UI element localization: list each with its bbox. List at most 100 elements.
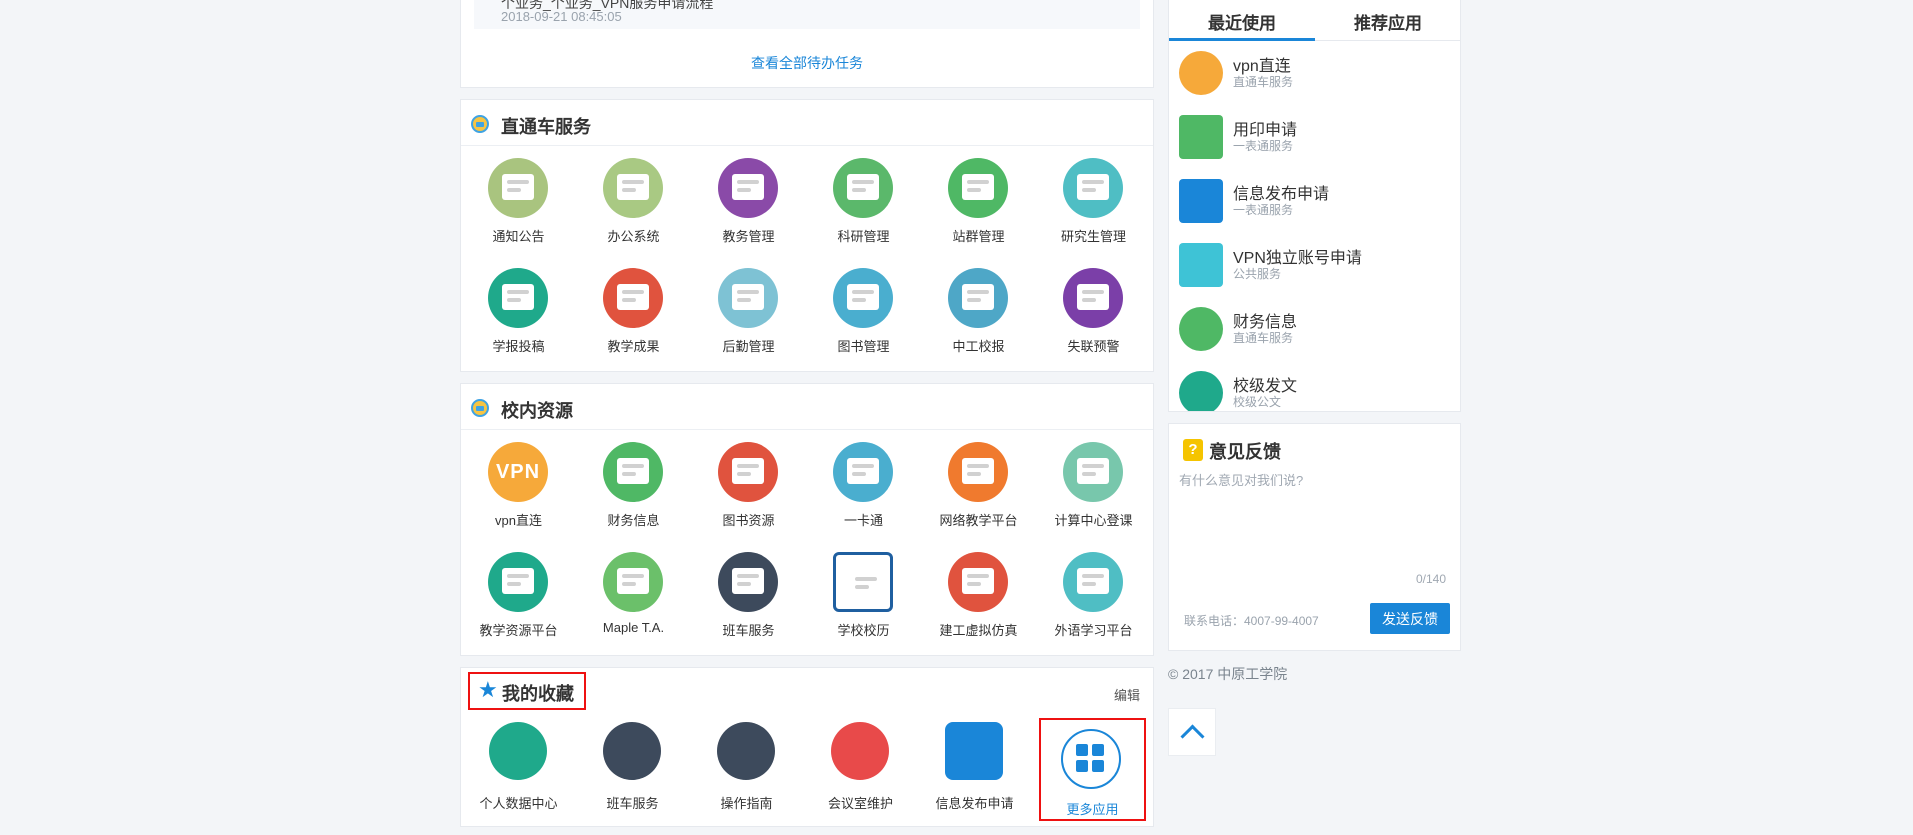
app-tile[interactable]: Maple T.A.: [576, 540, 691, 650]
edit-favorites-link[interactable]: 编辑: [1114, 685, 1140, 704]
app-label: 通知公告: [492, 229, 545, 244]
app-icon: [603, 552, 663, 612]
app-tile[interactable]: 外语学习平台: [1036, 540, 1151, 650]
favorite-label: 操作指南: [720, 796, 773, 811]
app-label: 站群管理: [952, 229, 1005, 244]
favorite-item[interactable]: 个人数据中心: [461, 720, 576, 820]
back-to-top-button[interactable]: [1168, 708, 1216, 756]
feedback-textarea[interactable]: [1179, 470, 1451, 580]
app-tile[interactable]: 后勤管理: [691, 256, 806, 366]
app-tile[interactable]: 学报投稿: [461, 256, 576, 366]
app-label: 班车服务: [722, 623, 775, 638]
recent-app-category: 直通车服务: [1233, 75, 1294, 89]
app-tile[interactable]: 中工校报: [921, 256, 1036, 366]
task-item[interactable]: 个业务_个业务_VPN服务申请流程 2018-09-21 08:45:05: [474, 0, 1140, 29]
feedback-title: 意见反馈: [1209, 442, 1281, 462]
recent-app-icon: [1179, 51, 1223, 95]
app-tile[interactable]: 图书管理: [806, 256, 921, 366]
send-feedback-button[interactable]: 发送反馈: [1370, 603, 1450, 634]
app-tile[interactable]: 失联预警: [1036, 256, 1151, 366]
recent-app-category: 公共服务: [1233, 267, 1282, 281]
app-icon: VPN: [488, 442, 548, 502]
favorites-title-highlight: ★ 我的收藏: [468, 672, 586, 710]
more-apps-button[interactable]: 更多应用: [1039, 718, 1146, 821]
recent-app-category: 校级公文: [1233, 395, 1282, 409]
app-tile[interactable]: 教务管理: [691, 146, 806, 256]
app-label: 办公系统: [607, 229, 660, 244]
recent-app-item[interactable]: 校级发文 校级公文: [1179, 363, 1459, 411]
recent-app-category: 一表通服务: [1233, 139, 1294, 153]
favorite-icon: [945, 722, 1003, 780]
recent-app-icon: [1179, 307, 1223, 351]
more-apps-label: 更多应用: [1066, 802, 1119, 817]
app-icon: [833, 442, 893, 502]
recent-app-item[interactable]: 用印申请 一表通服务: [1179, 107, 1459, 167]
app-tile[interactable]: 一卡通: [806, 430, 921, 540]
contact-phone: 联系电话：4007-99-4007: [1184, 614, 1319, 628]
tab-recommended[interactable]: 推荐应用: [1315, 9, 1460, 34]
app-icon: [488, 552, 548, 612]
task-time: 2018-09-21 08:45:05: [501, 9, 622, 24]
recent-apps-panel: 最近使用 推荐应用 vpn直连 直通车服务 用印申请 一表通服务 信息发布申请 一表通服务…: [1168, 0, 1461, 412]
recent-app-item[interactable]: 信息发布申请 一表通服务: [1179, 171, 1459, 231]
app-label: 图书资源: [722, 513, 775, 528]
app-tile[interactable]: 教学资源平台: [461, 540, 576, 650]
app-tile[interactable]: 通知公告: [461, 146, 576, 256]
campus-resources-panel: 校内资源 VPN vpn直连 财务信息 图书资源 一卡通 网络教学平台 计算中心登课教学资源…: [460, 383, 1154, 656]
tab-recent[interactable]: 最近使用: [1169, 9, 1315, 34]
app-tile[interactable]: 办公系统: [576, 146, 691, 256]
recent-app-icon: [1179, 243, 1223, 287]
app-icon: [1063, 158, 1123, 218]
favorite-item[interactable]: 操作指南: [689, 720, 804, 820]
section-header: 直通车服务: [461, 100, 1153, 146]
favorite-icon: [603, 722, 661, 780]
app-icon: [1063, 552, 1123, 612]
app-tile[interactable]: VPN vpn直连: [461, 430, 576, 540]
app-tile[interactable]: 班车服务: [691, 540, 806, 650]
app-tile[interactable]: 财务信息: [576, 430, 691, 540]
app-tile[interactable]: 科研管理: [806, 146, 921, 256]
app-label: 中工校报: [952, 339, 1005, 354]
app-icon: [1063, 268, 1123, 328]
section-icon: [471, 399, 489, 417]
app-label: 一卡通: [843, 513, 883, 528]
app-tile[interactable]: 计算中心登课: [1036, 430, 1151, 540]
app-icon: [718, 268, 778, 328]
recent-app-icon: [1179, 115, 1223, 159]
app-tile[interactable]: 建工虚拟仿真: [921, 540, 1036, 650]
favorite-label: 信息发布申请: [935, 796, 1014, 811]
favorite-label: 班车服务: [606, 796, 659, 811]
view-all-tasks-link[interactable]: 查看全部待办任务: [461, 53, 1153, 73]
app-tile[interactable]: 站群管理: [921, 146, 1036, 256]
recent-app-item[interactable]: VPN独立账号申请 公共服务: [1179, 235, 1459, 295]
todo-tasks-panel: 个业务_个业务_VPN服务申请流程 2018-09-21 08:45:05 查看…: [460, 0, 1154, 88]
recent-app-item[interactable]: 财务信息 直通车服务: [1179, 299, 1459, 359]
app-icon: [948, 268, 1008, 328]
app-icon: [833, 268, 893, 328]
app-tile[interactable]: 学校校历: [806, 540, 921, 650]
section-title: 校内资源: [501, 401, 573, 421]
app-icon: [833, 552, 893, 612]
app-icon: [1063, 442, 1123, 502]
favorite-item[interactable]: 信息发布申请: [917, 720, 1032, 820]
recent-app-item[interactable]: vpn直连 直通车服务: [1179, 43, 1459, 103]
favorite-icon: [489, 722, 547, 780]
favorite-item[interactable]: 会议室维护: [803, 720, 918, 820]
app-icon: [603, 268, 663, 328]
favorite-item[interactable]: 班车服务: [575, 720, 690, 820]
app-tile[interactable]: 教学成果: [576, 256, 691, 366]
app-icon: [948, 442, 1008, 502]
tab-bar: 最近使用 推荐应用: [1169, 0, 1460, 41]
app-tile[interactable]: 图书资源: [691, 430, 806, 540]
favorites-title: 我的收藏: [502, 684, 574, 704]
question-icon: ?: [1183, 439, 1203, 461]
app-icon: [948, 552, 1008, 612]
section-icon: [471, 115, 489, 133]
app-tile[interactable]: 研究生管理: [1036, 146, 1151, 256]
app-label: 图书管理: [837, 339, 890, 354]
app-tile[interactable]: 网络教学平台: [921, 430, 1036, 540]
app-icon: [603, 158, 663, 218]
app-label: vpn直连: [495, 513, 542, 528]
app-icon: [488, 158, 548, 218]
app-icon: [948, 158, 1008, 218]
